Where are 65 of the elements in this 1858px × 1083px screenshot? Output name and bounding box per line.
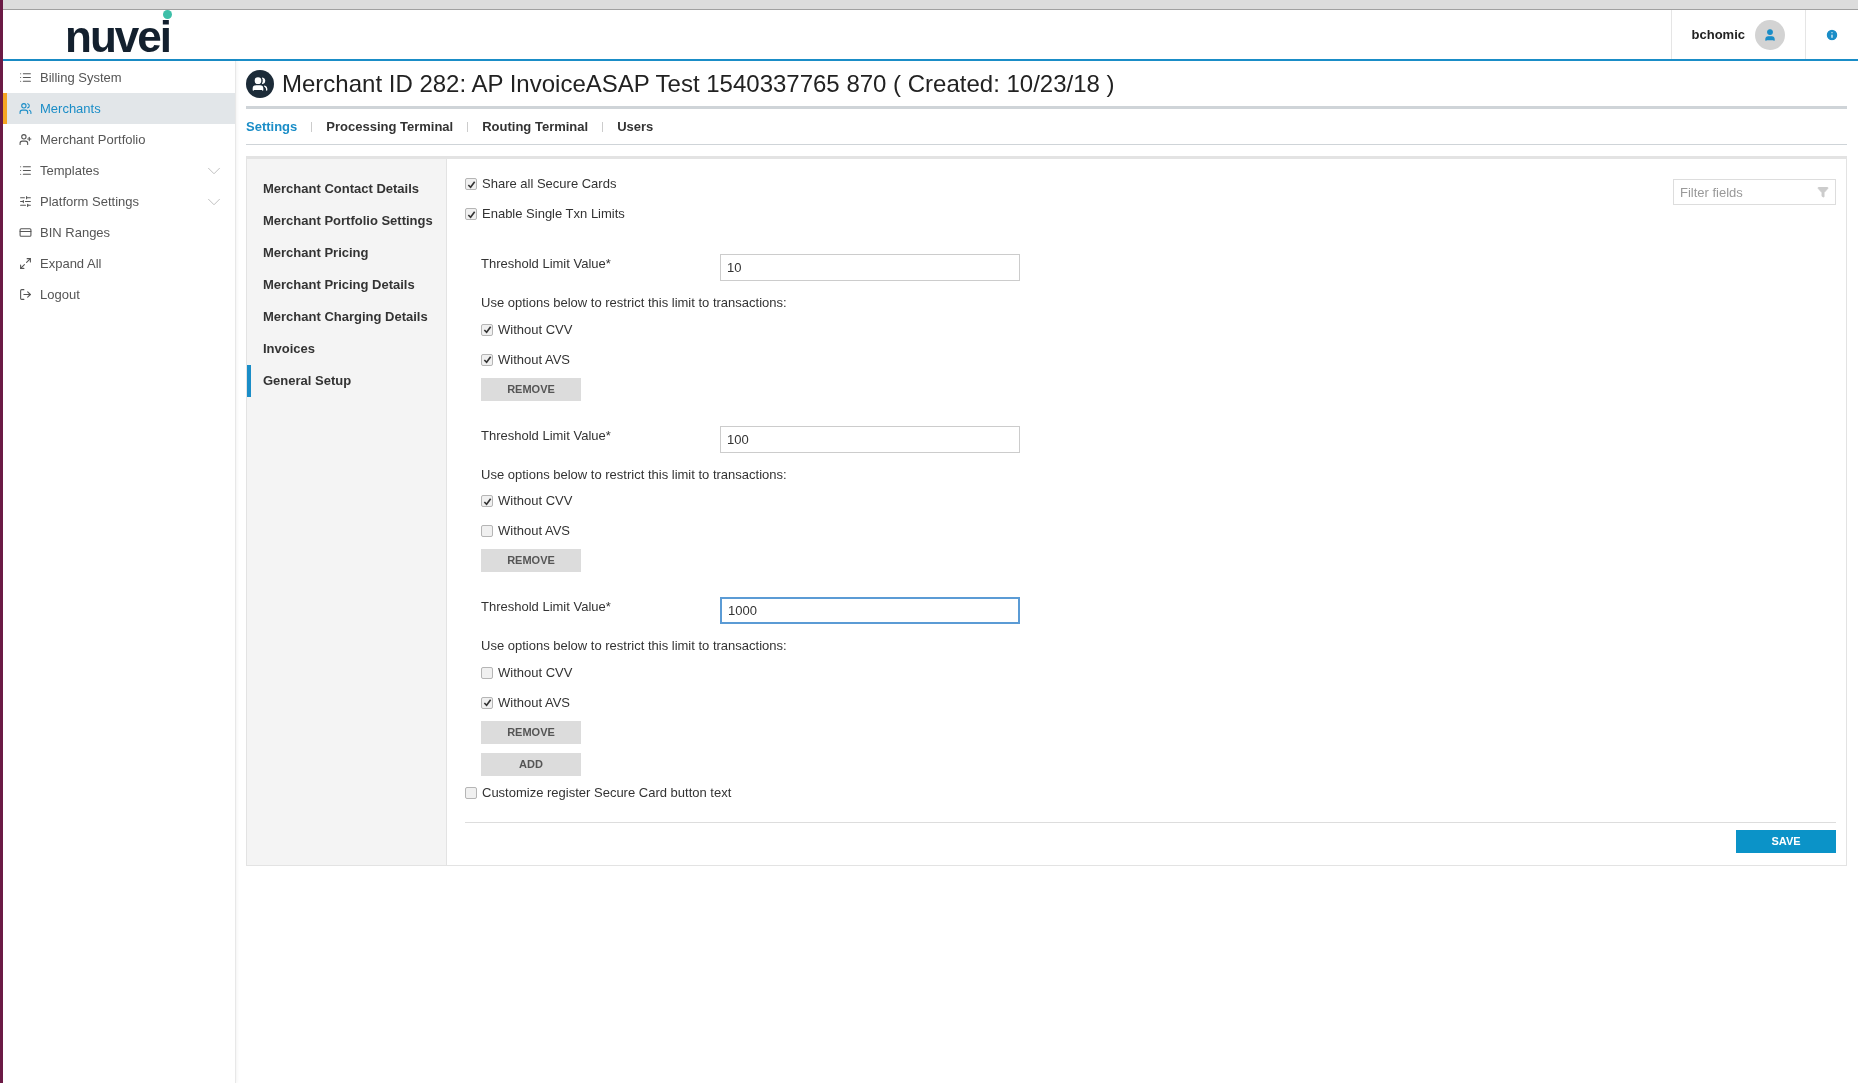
add-button[interactable]: ADD bbox=[481, 752, 581, 776]
sliders-icon bbox=[19, 195, 32, 208]
checkbox-label: Without AVS bbox=[498, 350, 570, 369]
hint-text: Use options below to restrict this limit to transactions: bbox=[481, 637, 788, 655]
subnav-item[interactable]: Invoices bbox=[247, 333, 446, 365]
checkbox[interactable] bbox=[465, 178, 477, 190]
logo: nuvei bbox=[65, 9, 173, 60]
threshold-input[interactable]: 10 bbox=[720, 254, 1020, 281]
page-title: Merchant ID 282: AP InvoiceASAP Test 1540337765 870 ( Created: 10/23/18 ) bbox=[282, 68, 1115, 99]
list-icon bbox=[19, 164, 32, 177]
subnav-item[interactable]: General Setup bbox=[247, 365, 446, 397]
checkbox-label: Enable Single Txn Limits bbox=[482, 205, 625, 224]
threshold-input[interactable]: 1000 bbox=[720, 597, 1020, 624]
threshold-input[interactable]: 100 bbox=[720, 425, 1020, 453]
sidebar-item[interactable]: Logout bbox=[3, 279, 235, 310]
subnav-item[interactable]: Merchant Pricing Details bbox=[247, 269, 446, 301]
checkbox-label: Customize register Secure Card button text bbox=[482, 783, 732, 802]
logout-icon bbox=[19, 288, 32, 301]
checkbox[interactable] bbox=[481, 495, 493, 507]
expand-icon bbox=[19, 257, 32, 270]
remove-button[interactable]: REMOVE bbox=[481, 720, 581, 744]
checkbox[interactable] bbox=[481, 353, 493, 366]
sidebar-item[interactable]: Merchant Portfolio bbox=[3, 124, 235, 155]
sidebar-item[interactable]: BIN Ranges bbox=[3, 217, 235, 248]
checkbox[interactable] bbox=[465, 786, 477, 799]
subnav-item[interactable]: Merchant Pricing bbox=[247, 237, 446, 269]
username[interactable]: bchomic bbox=[1691, 24, 1745, 45]
subnav-item[interactable]: Merchant Contact Details bbox=[247, 173, 446, 205]
card-icon bbox=[19, 226, 32, 239]
users-icon bbox=[246, 69, 274, 98]
checkbox-label: Share all Secure Cards bbox=[482, 175, 617, 194]
checkbox-label: Without CVV bbox=[498, 492, 573, 511]
filter-icon bbox=[1817, 186, 1829, 198]
sidebar-item[interactable]: Platform Settings bbox=[3, 186, 235, 217]
subnav-item[interactable]: Merchant Charging Details bbox=[247, 301, 446, 333]
tab[interactable]: Users bbox=[617, 116, 654, 137]
tab[interactable]: Processing Terminal bbox=[326, 116, 454, 137]
field-label: Threshold Limit Value* bbox=[481, 255, 612, 273]
list-icon bbox=[19, 71, 32, 84]
info-icon[interactable] bbox=[1825, 27, 1839, 42]
checkbox-label: Without CVV bbox=[498, 663, 573, 682]
checkbox-label: Without CVV bbox=[498, 320, 573, 339]
tab[interactable]: Settings bbox=[246, 116, 298, 137]
sidebar-item[interactable]: Templates bbox=[3, 155, 235, 186]
field-label: Threshold Limit Value* bbox=[481, 598, 612, 616]
checkbox[interactable] bbox=[481, 696, 493, 709]
checkbox[interactable] bbox=[465, 208, 477, 220]
hint-text: Use options below to restrict this limit to transactions: bbox=[481, 294, 788, 312]
remove-button[interactable]: REMOVE bbox=[481, 549, 581, 572]
checkbox-label: Without AVS bbox=[498, 693, 570, 712]
avatar-icon[interactable] bbox=[1755, 19, 1785, 50]
sidebar-item[interactable]: Billing System bbox=[3, 62, 235, 93]
subnav-item[interactable]: Merchant Portfolio Settings bbox=[247, 205, 446, 237]
sidebar-item[interactable]: Expand All bbox=[3, 248, 235, 279]
user-plus-icon bbox=[19, 133, 32, 146]
checkbox[interactable] bbox=[481, 525, 493, 537]
users-icon bbox=[19, 102, 32, 115]
remove-button[interactable]: REMOVE bbox=[481, 377, 581, 401]
tab[interactable]: Routing Terminal bbox=[482, 116, 589, 137]
checkbox-label: Without AVS bbox=[498, 522, 570, 541]
checkbox[interactable] bbox=[481, 666, 493, 679]
field-label: Threshold Limit Value* bbox=[481, 426, 612, 445]
hint-text: Use options below to restrict this limit to transactions: bbox=[481, 465, 788, 484]
checkbox[interactable] bbox=[481, 323, 493, 336]
filter-field[interactable]: Filter fields bbox=[1673, 179, 1836, 205]
